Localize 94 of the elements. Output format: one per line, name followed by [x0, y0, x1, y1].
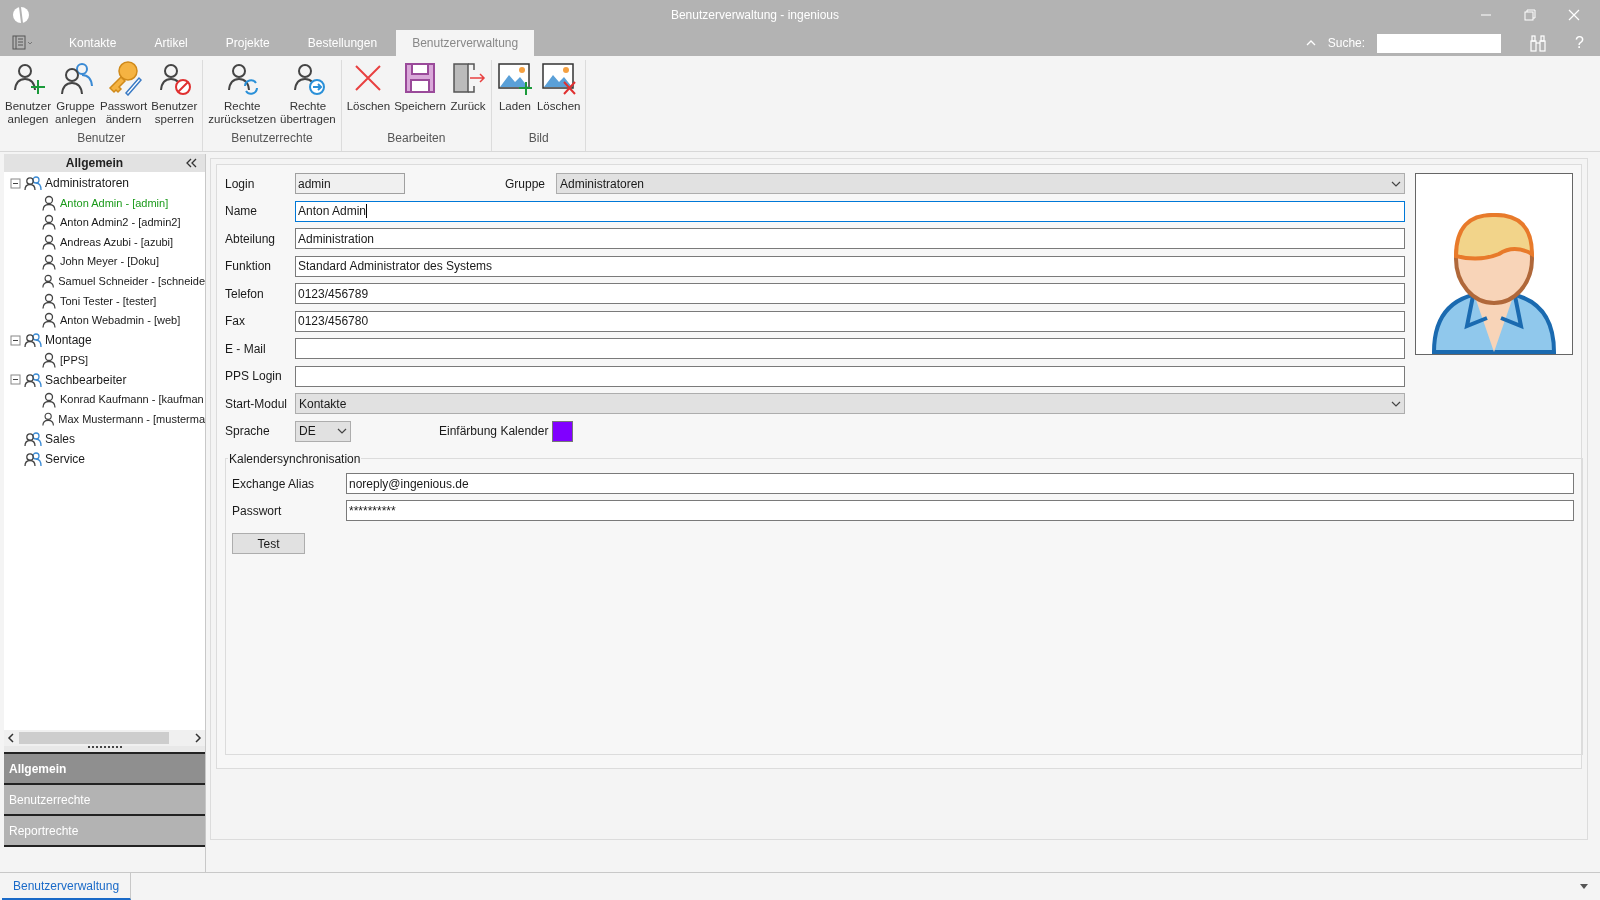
input-field[interactable]: noreply@ingenious.de: [346, 473, 1574, 494]
field-label: Fax: [225, 313, 246, 330]
tree-item[interactable]: Anton Admin - [admin]: [60, 194, 169, 212]
ribbon-button[interactable]: Rechte zurücksetzen: [206, 60, 279, 129]
dropdown[interactable]: Kontakte: [295, 393, 1405, 414]
user-icon: [42, 214, 56, 231]
tree-item[interactable]: Andreas Azubi - [azubi]: [60, 233, 174, 251]
panel-title: Allgemein: [64, 155, 125, 172]
collapse-icon[interactable]: [10, 374, 21, 386]
user-icon: [42, 273, 55, 290]
dropdown[interactable]: Administratoren: [556, 173, 1405, 194]
chevron-down-icon: [337, 428, 347, 434]
field-label: Funktion: [225, 258, 273, 275]
field-label: Passwort: [232, 502, 283, 520]
tree-item[interactable]: Sachbearbeiter: [45, 370, 127, 389]
tree-item[interactable]: Service: [45, 449, 85, 468]
field-label: Name: [225, 203, 258, 220]
ribbon-button[interactable]: Speichern: [392, 60, 448, 129]
user-icon: [42, 312, 56, 329]
user-icon: [42, 391, 56, 408]
field-label: Abteilung: [225, 230, 277, 248]
user-icon: [42, 411, 55, 428]
menu-icon[interactable]: [12, 35, 34, 51]
user-group-icon: [24, 332, 42, 349]
collapse-panel-icon[interactable]: [185, 158, 197, 168]
user-group-icon: [24, 371, 42, 388]
field-label: Login: [225, 175, 256, 193]
scroll-right-icon[interactable]: [194, 733, 202, 743]
document-tab[interactable]: Benutzerverwaltung: [2, 873, 132, 900]
user-group-icon: [24, 450, 42, 467]
tree-item[interactable]: Anton Webadmin - [web]: [60, 312, 181, 329]
field-label: E - Mail: [225, 340, 267, 358]
tree-item[interactable]: Sales: [45, 429, 76, 448]
ribbon-button[interactable]: Zurück: [447, 60, 488, 129]
user-icon: [42, 351, 56, 368]
field-label: Gruppe: [505, 175, 547, 193]
tree-item[interactable]: Montage: [45, 331, 92, 350]
input-field[interactable]: Administration: [295, 228, 1405, 249]
image-delete-icon: [540, 60, 577, 96]
field-label: Einfärbung Kalender: [439, 423, 550, 440]
tree-item[interactable]: Konrad Kaufmann - [kaufman: [60, 391, 204, 408]
collapse-icon[interactable]: [10, 334, 21, 346]
ribbon-button[interactable]: Benutzer sperren: [149, 60, 200, 129]
chevron-down-icon: [1391, 400, 1401, 407]
collapse-icon[interactable]: [10, 177, 21, 189]
ribbon-button[interactable]: Laden: [494, 60, 535, 129]
ribbon-group-label: Bearbeiten: [386, 130, 447, 147]
dropdown[interactable]: DE: [295, 420, 351, 442]
field-label: Start-Modul: [225, 395, 289, 413]
search-field[interactable]: [1377, 33, 1502, 53]
scrollbar-thumb[interactable]: [19, 732, 169, 744]
user-group-icon: [24, 430, 42, 447]
input-field[interactable]: [295, 338, 1405, 359]
test-button[interactable]: Test: [232, 533, 305, 554]
user-icon: [42, 253, 56, 270]
input-field[interactable]: Standard Administrator des Systems: [295, 255, 1405, 277]
ribbon-button[interactable]: Passwort ändern: [97, 60, 150, 129]
tree-item[interactable]: Samuel Schneider - [schneide: [58, 272, 205, 290]
user-group-icon: [24, 175, 42, 191]
input-field[interactable]: [295, 365, 1405, 387]
app-logo-icon: [12, 6, 30, 24]
tree-item[interactable]: Max Mustermann - [musterma: [58, 410, 205, 428]
ribbon-button[interactable]: Löschen: [534, 60, 583, 129]
ribbon-button[interactable]: Benutzer anlegen: [3, 60, 54, 129]
tree-item[interactable]: John Meyer - [Doku]: [60, 253, 160, 270]
user-icon: [42, 292, 56, 309]
image-plus-icon: [496, 60, 533, 96]
user-icon: [42, 194, 56, 211]
window-title: Benutzerverwaltung - ingenious: [669, 7, 841, 24]
input-field[interactable]: 0123/456789: [295, 283, 1405, 304]
ribbon-group-label: Benutzer: [76, 130, 127, 147]
color-swatch[interactable]: [552, 420, 573, 442]
field-label: Sprache: [225, 423, 271, 440]
input-field[interactable]: admin: [295, 173, 405, 194]
tree-item[interactable]: Toni Tester - [tester]: [60, 292, 157, 309]
field-label: Exchange Alias: [232, 475, 316, 493]
tree-item[interactable]: [PPS]: [60, 351, 89, 369]
ribbon-group-label: Benutzerrechte: [230, 130, 314, 147]
user-icon: [42, 234, 56, 250]
chevron-down-icon: [1391, 180, 1401, 187]
tree-item[interactable]: Administratoren: [45, 174, 130, 192]
ribbon-button[interactable]: Löschen: [344, 60, 393, 129]
search-label: Suche:: [1327, 35, 1366, 52]
input-field[interactable]: Anton Admin: [295, 200, 1405, 222]
field-label: PPS Login: [225, 368, 283, 385]
scroll-left-icon[interactable]: [7, 733, 15, 743]
ribbon-button[interactable]: Gruppe anlegen: [53, 60, 98, 129]
tree-item[interactable]: Anton Admin2 - [admin2]: [60, 214, 181, 231]
input-field[interactable]: **********: [346, 500, 1574, 521]
input-field[interactable]: 0123/456780: [295, 310, 1405, 332]
ribbon-button[interactable]: Rechte übertragen: [278, 60, 338, 129]
field-label: Telefon: [225, 285, 265, 303]
ribbon-group-label: Bild: [527, 130, 550, 147]
dropdown-arrow-icon[interactable]: [1580, 883, 1588, 890]
